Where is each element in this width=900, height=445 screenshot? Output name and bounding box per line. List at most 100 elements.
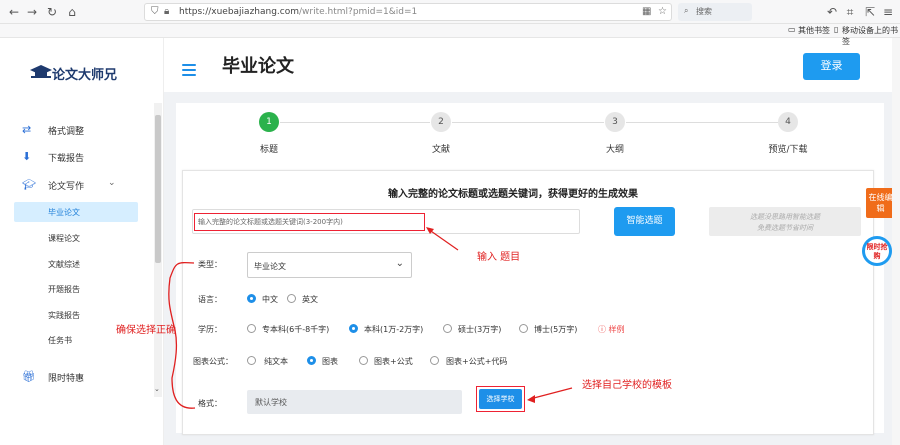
radio-label: 图表 [322,357,338,366]
radio-chart-text[interactable] [247,356,256,365]
undo-icon[interactable]: ↶ [824,4,840,20]
folder-icon: ▭ [788,25,796,34]
subitem-label: 毕业论文 [48,208,80,217]
subitem-label: 开题报告 [48,285,80,294]
browser-search-box[interactable]: ⌕ 搜索 [678,3,752,21]
home-icon[interactable]: ⌂ [64,4,80,20]
page-scrollbar[interactable] [892,38,900,445]
chevron-down-icon[interactable]: ⌄ [154,385,160,393]
back-icon[interactable]: ← [6,4,22,20]
url-text: https://xuebajiazhang.com/write.html?pmi… [179,7,417,17]
step-connector [452,122,604,123]
bookmark-other[interactable]: 其他书签 [798,25,830,36]
radio-chart-code[interactable] [430,356,439,365]
annotation-choose-template: 选择自己学校的模板 [582,380,672,391]
step-2-label: 文献 [431,145,450,155]
step-connector [280,122,430,123]
qr-code-icon[interactable]: ▦ [642,6,651,17]
radio-label: 博士(5万字) [534,325,578,334]
school-format-value: 默认学校 [255,398,287,407]
sample-link[interactable]: ⓘ 样例 [598,324,625,335]
tip-line-2: 免费选题节省时间 [757,224,813,232]
sidebar-subitem-proposal[interactable]: 开题报告 [14,279,138,299]
menu-icon[interactable]: ≡ [880,4,896,20]
subitem-label: 任务书 [48,336,72,345]
lock-icon: 🔒︎ [164,6,170,17]
sidebar-subitem-thesis[interactable]: 毕业论文 [14,202,138,222]
sidebar-scrollbar[interactable]: ⌄ [154,103,162,397]
address-bar[interactable]: ⛉ 🔒︎ https://xuebajiazhang.com/write.htm… [144,3,672,21]
chart-formula-label: 图表公式： [193,357,233,366]
crop-icon[interactable]: ⌗ [842,4,858,20]
type-select[interactable]: 毕业论文 ⌄ [247,252,412,278]
login-button[interactable]: 登录 [803,53,860,80]
radio-label: 本科(1万-2万字) [364,325,424,334]
extension-icon[interactable]: ⇱ [862,4,878,20]
online-edit-button[interactable]: 在线编辑 [866,188,895,218]
radio-language-english[interactable] [287,294,296,303]
url-host: https://xuebajiazhang.com [179,7,300,17]
radio-label: 中文 [262,295,278,304]
choose-school-highlight: 选择学校 [476,386,525,412]
radio-degree-doctor[interactable] [519,324,528,333]
radio-degree-junior[interactable] [247,324,256,333]
step-1-label: 标题 [259,145,278,155]
subitem-label: 课程论文 [48,234,80,243]
sidebar-item-download[interactable]: ⬇ 下载报告 [22,147,142,167]
radio-degree-master[interactable] [443,324,452,333]
radio-label: 纯文本 [264,357,288,366]
sample-label: 样例 [608,325,625,334]
url-path: /write.html?pmid=1&id=1 [299,7,418,17]
browser-toolbar: ← → ↻ ⌂ ⛉ 🔒︎ https://xuebajiazhang.com/w… [0,0,900,24]
radio-chart-chart[interactable] [307,356,316,365]
limited-offer-badge[interactable]: 限时抢购 [862,236,892,266]
radio-label: 图表+公式+代码 [446,357,508,366]
graduation-cap-logo-icon [30,65,52,78]
radio-language-chinese[interactable] [247,294,256,303]
scrollbar-thumb[interactable] [155,115,161,263]
step-3-circle: 3 [605,112,625,132]
radio-degree-bachelor[interactable] [349,324,358,333]
download-icon: ⬇ [22,150,32,163]
type-select-value: 毕业论文 [254,262,286,271]
gift-icon: 🎁︎ [22,370,36,383]
sidebar-item-label: 限时特惠 [48,374,85,384]
bookmarks-bar: ▭ 其他书签 ▯ 移动设备上的书签 [0,24,900,46]
device-icon: ▯ [834,25,839,34]
search-icon: ⌕ [684,6,689,15]
sidebar-subitem-review[interactable]: 文献综述 [14,254,138,274]
format-label: 格式： [198,399,222,408]
sidebar-item-promo[interactable]: 🎁︎ 限时特惠 [22,367,142,387]
smart-topic-button[interactable]: 智能选题 [614,207,675,236]
annotation-highlight-box [194,213,425,231]
chevron-down-icon: ⌄ [395,258,404,269]
sidebar-item-label: 论文写作 [48,182,85,192]
school-format-field: 默认学校 [247,390,462,414]
step-connector [626,122,778,123]
swap-arrows-icon: ⇄ [22,123,32,136]
step-2-circle: 2 [431,112,451,132]
radio-label: 专本科(6千-8千字) [262,325,330,334]
step-1-circle: 1 [259,112,279,132]
annotation-ensure-correct: 确保选择正确 [116,325,176,336]
shield-icon: ⛉ [151,6,159,17]
forward-icon[interactable]: → [24,4,40,20]
sidebar-item-format[interactable]: ⇄ 格式调整 [22,120,142,140]
language-label: 语言： [198,295,222,304]
star-icon[interactable]: ☆ [658,6,667,17]
tip-line-1: 选题没思路用智能选题 [750,213,820,221]
sidebar-item-label: 格式调整 [48,127,85,137]
sidebar-item-label: 下载报告 [48,154,85,164]
logo[interactable]: 论文大师兄 [30,60,130,86]
type-label: 类型： [198,260,222,269]
reload-icon[interactable]: ↻ [44,4,60,20]
sidebar-subitem-course[interactable]: 课程论文 [14,228,138,248]
step-4-circle: 4 [778,112,798,132]
choose-school-button[interactable]: 选择学校 [479,389,522,409]
subitem-label: 实践报告 [48,311,80,320]
radio-label: 图表+公式 [374,357,413,366]
radio-label: 硕士(3万字) [458,325,502,334]
radio-chart-formula[interactable] [359,356,368,365]
sidebar-item-writing[interactable]: 🎓︎ 论文写作 ⌄ [22,175,142,195]
hamburger-menu-icon[interactable] [182,64,196,76]
